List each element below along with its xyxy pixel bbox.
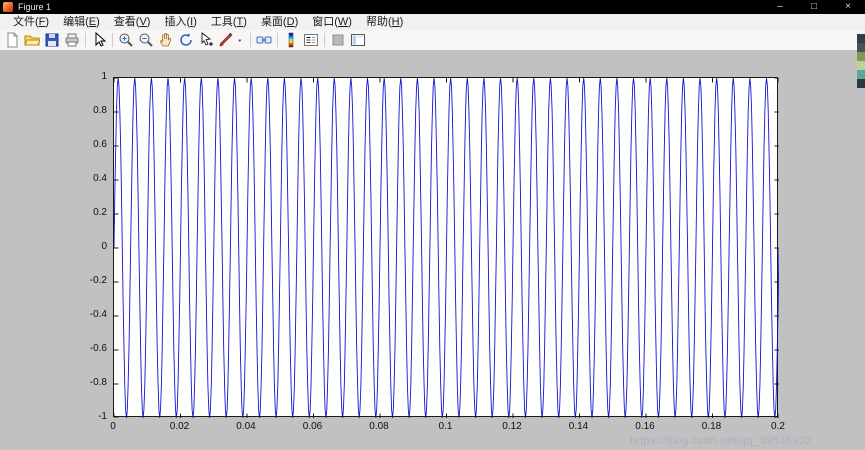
matlab-figure-window: Figure 1 – □ × 文件(F) 编辑(E) 查看(V) 插入(I) 工具(T)… <box>0 0 865 450</box>
x-tick-label: 0.14 <box>568 421 589 432</box>
save-button[interactable] <box>42 31 62 49</box>
x-tick-label: 0.16 <box>635 421 655 432</box>
brush-icon <box>219 32 233 47</box>
arrow-cursor-icon <box>95 32 107 47</box>
edge-widget-segment <box>857 79 865 88</box>
y-tick-label: 0.6 <box>93 139 107 150</box>
new-document-icon <box>7 32 18 48</box>
insert-legend-icon <box>304 34 318 46</box>
menu-d[interactable]: 桌面(D) <box>254 14 305 30</box>
toolbar-separator <box>85 33 86 47</box>
save-icon <box>45 33 59 47</box>
open-folder-icon <box>24 35 40 46</box>
pan-hand-button[interactable] <box>156 31 176 49</box>
zoom-in-icon <box>119 33 133 47</box>
menu-h[interactable]: 帮助(H) <box>359 14 410 30</box>
maximize-button[interactable]: □ <box>797 0 831 14</box>
x-tick-label: 0.12 <box>502 421 522 432</box>
figure-canvas: 0 0.02 0.04 0.06 0.08 0.1 0.12 0.14 0.16 0.18 0.2 -… <box>0 52 865 450</box>
print-button[interactable] <box>62 31 82 49</box>
arrow-cursor-button[interactable] <box>89 31 109 49</box>
matlab-figure-icon <box>3 2 13 12</box>
toolbar-separator <box>324 33 325 47</box>
new-document-button[interactable] <box>2 31 22 49</box>
y-tick-label: 1 <box>101 71 107 82</box>
sine-wave-plot <box>114 78 779 418</box>
toolbar-separator <box>277 33 278 47</box>
edge-widget-segment <box>857 70 865 79</box>
pan-hand-icon <box>160 32 172 47</box>
sine-wave-line <box>114 78 779 418</box>
y-tick-label: 0.2 <box>93 207 107 218</box>
csdn-watermark: https://blog.csdn.net/qq_39516932 <box>629 435 812 447</box>
show-plot-tools-button[interactable] <box>348 31 368 49</box>
title-bar: Figure 1 – □ × <box>0 0 865 14</box>
link-plots-button[interactable] <box>254 31 274 49</box>
plot-axes <box>113 77 779 418</box>
zoom-out-icon <box>139 33 153 47</box>
menu-e[interactable]: 编辑(E) <box>56 14 107 30</box>
edge-widget-segment <box>857 34 865 43</box>
hide-plot-tools-button[interactable] <box>328 31 348 49</box>
x-tick-label: 0.06 <box>302 421 323 432</box>
menu-f[interactable]: 文件(F) <box>6 14 56 30</box>
print-icon <box>65 33 79 47</box>
brush-dropdown-icon <box>238 39 242 42</box>
y-tick-label: -0.2 <box>89 275 107 286</box>
y-tick-label: -0.6 <box>89 343 107 354</box>
edge-widget-segment <box>857 61 865 70</box>
window-title: Figure 1 <box>18 2 52 12</box>
y-tick-label: 0.8 <box>93 105 107 116</box>
open-folder-button[interactable] <box>22 31 42 49</box>
rotate-3d-button[interactable] <box>176 31 196 49</box>
rotate-3d-icon <box>180 33 192 46</box>
minimize-button[interactable]: – <box>763 0 797 14</box>
brush-dropdown-button[interactable] <box>236 31 247 49</box>
y-tick-label: -1 <box>98 411 107 422</box>
x-tick-label: 0.08 <box>369 421 389 432</box>
figure-toolbar <box>0 30 865 51</box>
x-tick-label: 0.2 <box>771 421 785 432</box>
y-tick-label: 0.4 <box>93 173 107 184</box>
data-cursor-icon <box>201 32 213 46</box>
data-cursor-button[interactable] <box>196 31 216 49</box>
zoom-out-button[interactable] <box>136 31 156 49</box>
edge-widget-segment <box>857 52 865 61</box>
x-tick-label: 0.18 <box>701 421 722 432</box>
zoom-in-button[interactable] <box>116 31 136 49</box>
y-tick-label: -0.8 <box>89 377 107 388</box>
x-tick-label: 0.04 <box>236 421 256 432</box>
y-tick-label: -0.4 <box>89 309 107 320</box>
insert-legend-button[interactable] <box>301 31 321 49</box>
toolbar-separator <box>250 33 251 47</box>
show-plot-tools-icon <box>351 34 365 46</box>
menu-w[interactable]: 窗口(W) <box>305 14 359 30</box>
menu-bar: 文件(F) 编辑(E) 查看(V) 插入(I) 工具(T) 桌面(D) 窗口(W) 帮助(H) <box>0 14 865 30</box>
insert-colorbar-icon <box>288 32 294 48</box>
close-button[interactable]: × <box>831 0 865 14</box>
menu-v[interactable]: 查看(V) <box>107 14 158 30</box>
insert-colorbar-button[interactable] <box>281 31 301 49</box>
y-tick-label: 0 <box>101 241 107 252</box>
link-plots-icon <box>256 36 272 44</box>
menu-i[interactable]: 插入(I) <box>157 14 203 30</box>
edge-widget-segment <box>857 43 865 52</box>
brush-button[interactable] <box>216 31 236 49</box>
toolbar-separator <box>112 33 113 47</box>
hide-plot-tools-icon <box>332 34 344 46</box>
edge-dock-widget[interactable] <box>857 34 865 88</box>
x-tick-label: 0.02 <box>169 421 190 432</box>
menu-t[interactable]: 工具(T) <box>204 14 254 30</box>
x-tick-label: 0.1 <box>438 421 453 432</box>
